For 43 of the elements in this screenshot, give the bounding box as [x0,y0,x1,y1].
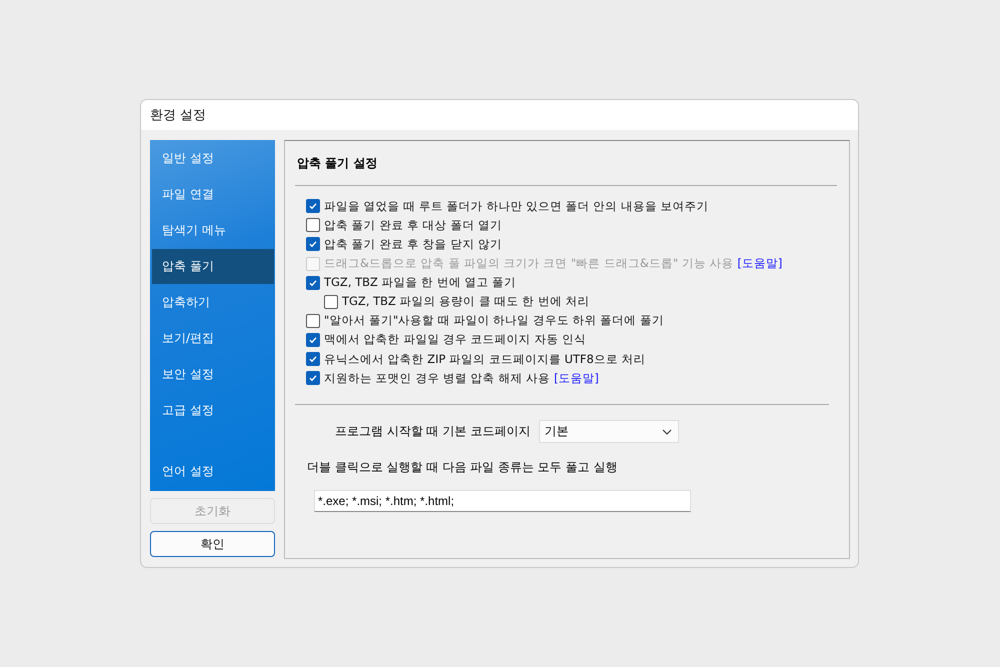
chevron-down-icon [662,428,672,435]
check-icon [308,334,318,345]
option-label: TGZ, TBZ 파일을 한 번에 열고 풀기 [324,275,516,290]
sidebar-item[interactable]: 보안 설정 [152,357,274,392]
sidebar-item[interactable]: 일반 설정 [152,141,274,176]
extensions-input-field[interactable]: *.exe; *.msi; *.htm; *.html; [314,490,691,512]
option-label: "알아서 풀기"사용할 때 파일이 하나일 경우도 하위 폴더에 풀기 [324,313,664,328]
sidebar-item[interactable]: 탐색기 메뉴 [152,213,274,248]
option-label: TGZ, TBZ 파일의 용량이 클 때도 한 번에 처리 [342,294,590,310]
sidebar-item[interactable]: 고급 설정 [152,393,274,428]
ok-button[interactable]: 확인 [150,531,275,557]
check-icon [308,278,318,288]
section-title: 압축 풀기 설정 [297,155,378,172]
help-link[interactable]: [도움말] [554,370,599,386]
checkbox[interactable] [306,314,320,328]
codepage-dropdown[interactable]: 기본 [539,420,680,444]
option-label: 드래그&드롭으로 압축 풀 파일의 크기가 크면 "빠른 드래그&드롭" 기능 사용 [324,256,734,272]
sidebar-item[interactable]: 언어 설정 [152,454,274,489]
option-label: 파일을 열었을 때 루트 폴더가 하나만 있으면 폴더 안의 내용을 보여주기 [324,198,709,214]
window-title: 환경 설정 [150,107,206,124]
option-label: 유닉스에서 압축한 ZIP 파일의 코드페이지를 UTF8으로 처리 [324,352,646,366]
auto-exec-label: 더블 클릭으로 실행할 때 다음 파일 종류는 모두 풀고 실행 [307,459,618,476]
checkbox[interactable] [306,237,320,252]
option-label: 압축 풀기 완료 후 창을 닫지 않기 [324,236,502,252]
option-label: 압축 풀기 완료 후 대상 폴더 열기 [324,218,502,233]
check-icon [308,201,318,212]
checkbox[interactable] [306,352,320,366]
sidebar-item[interactable]: 보기/편집 [152,321,274,356]
codepage-label: 프로그램 시작할 때 기본 코드페이지 [335,423,530,440]
sidebar-item[interactable]: 압축 풀기 [152,249,274,284]
checkbox[interactable] [324,294,338,309]
check-icon [308,354,318,364]
checkbox[interactable] [306,276,320,290]
checkbox[interactable] [306,218,320,232]
option-label: 맥에서 압축한 파일일 경우 코드페이지 자동 인식 [324,332,586,348]
option-label: 지원하는 포맷인 경우 병렬 압축 해제 사용 [324,370,550,386]
sidebar-item[interactable]: 압축하기 [152,285,274,320]
checkbox[interactable] [306,332,320,347]
sidebar-item[interactable]: 파일 연결 [152,177,274,212]
check-icon [308,239,318,250]
checkbox[interactable] [306,199,320,214]
checkbox[interactable] [306,371,320,386]
check-icon [308,373,318,384]
